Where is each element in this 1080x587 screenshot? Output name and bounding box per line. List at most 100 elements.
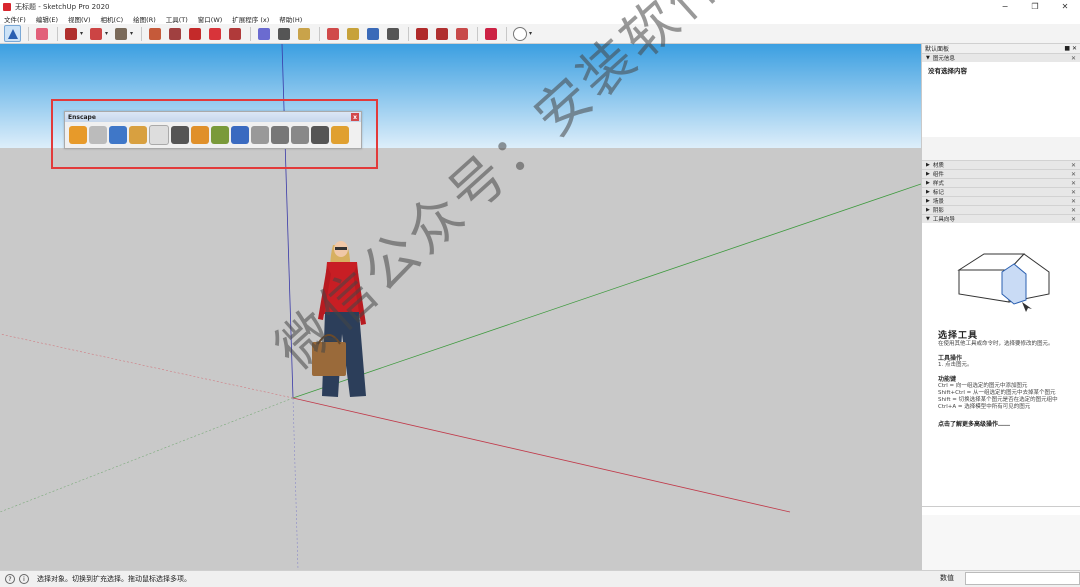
menu-file[interactable]: 文件(F) bbox=[0, 14, 32, 24]
vegetation-icon[interactable] bbox=[211, 126, 229, 144]
profile-button[interactable] bbox=[511, 25, 528, 42]
menu-window[interactable]: 窗口(W) bbox=[194, 14, 229, 24]
modeling-viewport[interactable]: Enscape x bbox=[0, 44, 921, 570]
sound-icon[interactable] bbox=[251, 126, 269, 144]
tray-section-0[interactable]: ▶ 材质 ✕ bbox=[922, 160, 1080, 169]
tray-section-2[interactable]: ▶ 样式 ✕ bbox=[922, 178, 1080, 187]
enscape-close-button[interactable]: x bbox=[351, 113, 359, 121]
screenshot-icon[interactable] bbox=[149, 125, 169, 145]
sync-views-icon[interactable] bbox=[129, 126, 147, 144]
zoom-extents-icon bbox=[386, 27, 399, 40]
tray-section-3[interactable]: ▶ 标记 ✕ bbox=[922, 187, 1080, 196]
text-icon bbox=[277, 27, 290, 40]
shape-button[interactable] bbox=[112, 25, 129, 42]
enscape-title-bar[interactable]: Enscape x bbox=[65, 112, 361, 122]
menu-help[interactable]: 帮助(H) bbox=[275, 14, 308, 24]
house-illustration bbox=[957, 253, 1050, 312]
close-icon[interactable]: ✕ bbox=[1071, 180, 1076, 187]
about-icon[interactable] bbox=[331, 126, 349, 144]
menu-draw[interactable]: 绘图(R) bbox=[129, 14, 162, 24]
zoom-extents-button[interactable] bbox=[384, 25, 401, 42]
measurements-input[interactable] bbox=[965, 572, 1080, 585]
menu-view[interactable]: 视图(V) bbox=[64, 14, 97, 24]
guide-key-shift: Shift = 切换选择某个图元是否在选定的图元组中 bbox=[938, 397, 1058, 403]
refresh-icon[interactable] bbox=[89, 126, 107, 144]
enscape-start-icon[interactable] bbox=[69, 126, 87, 144]
help-icon[interactable]: ? bbox=[5, 574, 15, 584]
close-icon[interactable]: ✕ bbox=[1071, 55, 1076, 62]
followme-button[interactable] bbox=[166, 25, 183, 42]
asset-icon[interactable] bbox=[191, 126, 209, 144]
measurements-label: 数值 bbox=[940, 574, 954, 582]
chevron-down-icon[interactable]: ▾ bbox=[130, 30, 133, 37]
share-button[interactable] bbox=[453, 25, 470, 42]
enscape-toolbar[interactable]: Enscape x bbox=[64, 111, 362, 149]
pushpull-button[interactable] bbox=[146, 25, 163, 42]
pushpull-icon bbox=[148, 27, 161, 40]
eraser-button[interactable] bbox=[33, 25, 50, 42]
close-icon[interactable]: ✕ bbox=[1071, 171, 1076, 178]
scale-button[interactable] bbox=[226, 25, 243, 42]
minimize-button[interactable]: − bbox=[990, 0, 1020, 13]
entity-info-header[interactable]: ▼ 图元信息 ✕ bbox=[922, 53, 1080, 62]
instructor-label: 工具向导 bbox=[932, 217, 955, 223]
advanced-ops-link[interactable]: 点击了解更多高级操作…… bbox=[938, 419, 1064, 428]
panorama-icon[interactable] bbox=[291, 126, 309, 144]
feedback-icon[interactable] bbox=[311, 126, 329, 144]
menu-extensions[interactable]: 扩展程序 (x) bbox=[228, 14, 275, 24]
entity-info-body: 没有选择内容 bbox=[922, 62, 1080, 137]
guide-key-ctrl: Ctrl = 向一组选定的图元中添加图元 bbox=[938, 383, 1028, 389]
pan-button[interactable] bbox=[344, 25, 361, 42]
orbit-button[interactable] bbox=[324, 25, 341, 42]
toolbar-separator bbox=[506, 26, 508, 41]
enscape-title: Enscape bbox=[68, 113, 96, 121]
scale-icon bbox=[228, 27, 241, 40]
chevron-down-icon[interactable]: ▾ bbox=[529, 30, 532, 37]
orbit-icon bbox=[326, 27, 339, 40]
paint-button[interactable] bbox=[295, 25, 312, 42]
tape-button[interactable] bbox=[255, 25, 272, 42]
expand-triangle-icon: ▼ bbox=[926, 216, 930, 222]
chevron-down-icon[interactable]: ▾ bbox=[80, 30, 83, 37]
warehouse-button[interactable] bbox=[413, 25, 430, 42]
chevron-down-icon[interactable]: ▾ bbox=[105, 30, 108, 37]
tray-section-4[interactable]: ▶ 场景 ✕ bbox=[922, 196, 1080, 205]
expand-triangle-icon: ▶ bbox=[926, 189, 930, 195]
maximize-button[interactable]: ❐ bbox=[1020, 0, 1050, 13]
guide-key-ctrl-a: Ctrl+A = 选择模型中所有可见的图元 bbox=[938, 404, 1031, 410]
menu-edit[interactable]: 编辑(E) bbox=[32, 14, 64, 24]
line-button[interactable] bbox=[62, 25, 79, 42]
tray-section-1[interactable]: ▶ 组件 ✕ bbox=[922, 169, 1080, 178]
close-icon[interactable]: ✕ bbox=[1071, 216, 1076, 223]
zoom-button[interactable] bbox=[364, 25, 381, 42]
video-icon[interactable] bbox=[171, 126, 189, 144]
pin-icon[interactable]: ■ ✕ bbox=[1064, 45, 1077, 52]
batch-icon[interactable] bbox=[271, 126, 289, 144]
expand-triangle-icon: ▶ bbox=[926, 162, 930, 168]
close-icon[interactable]: ✕ bbox=[1071, 162, 1076, 169]
tray-section-5[interactable]: ▶ 阴影 ✕ bbox=[922, 205, 1080, 214]
text-button[interactable] bbox=[275, 25, 292, 42]
close-icon[interactable]: ✕ bbox=[1071, 198, 1076, 205]
status-bar: ? i 选择对象。切换到扩充选择。拖动鼠标选择多项。 bbox=[0, 570, 1080, 587]
extension-button[interactable] bbox=[433, 25, 450, 42]
close-button[interactable]: ✕ bbox=[1050, 0, 1080, 13]
info-icon[interactable]: i bbox=[19, 574, 29, 584]
arc-button[interactable] bbox=[87, 25, 104, 42]
menu-camera[interactable]: 相机(C) bbox=[97, 14, 130, 24]
expand-triangle-icon: ▶ bbox=[926, 171, 930, 177]
live-update-icon[interactable] bbox=[109, 126, 127, 144]
eraser-icon bbox=[35, 27, 48, 40]
settings-icon[interactable] bbox=[231, 126, 249, 144]
menu-tools[interactable]: 工具(T) bbox=[162, 14, 194, 24]
ruby-button[interactable] bbox=[482, 25, 499, 42]
zoom-icon bbox=[366, 27, 379, 40]
close-icon[interactable]: ✕ bbox=[1071, 189, 1076, 196]
move-button[interactable] bbox=[186, 25, 203, 42]
move-icon bbox=[188, 27, 201, 40]
rotate-button[interactable] bbox=[206, 25, 223, 42]
close-icon[interactable]: ✕ bbox=[1071, 207, 1076, 214]
menu-bar: 文件(F) 编辑(E) 视图(V) 相机(C) 绘图(R) 工具(T) 窗口(W… bbox=[0, 13, 1080, 24]
select-button[interactable] bbox=[4, 25, 21, 42]
instructor-header[interactable]: ▼ 工具向导 ✕ bbox=[922, 214, 1080, 223]
